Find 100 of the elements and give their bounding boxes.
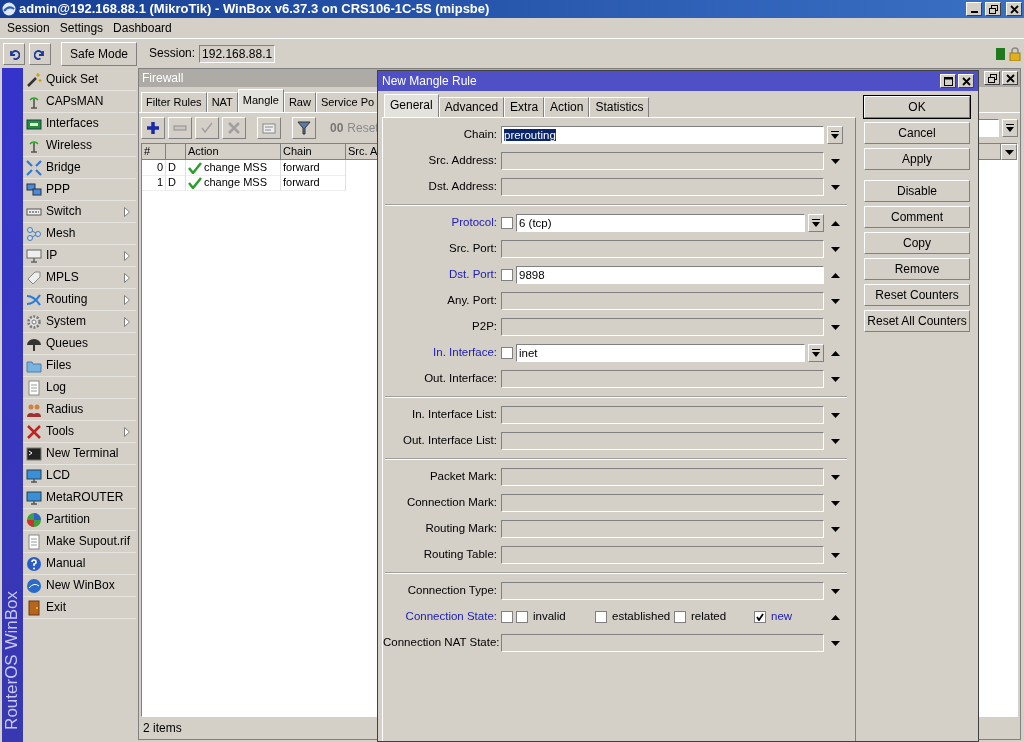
tab[interactable]: Filter Rules [141,92,207,112]
sidebar-item[interactable]: Switch [46,204,82,219]
columns-menu-button[interactable] [1001,144,1017,160]
dialog-button[interactable]: OK [864,96,970,118]
safe-mode-button[interactable]: Safe Mode [61,41,138,66]
column-header[interactable]: Chain [281,144,346,160]
checkbox[interactable] [754,611,766,623]
chain-field[interactable]: prerouting [501,126,824,144]
expand-arrow-icon[interactable] [830,246,840,252]
tab[interactable]: Statistics [589,97,650,117]
input-field[interactable] [501,520,824,538]
sidebar-item[interactable]: CAPsMAN [46,94,104,109]
checkbox[interactable] [674,611,686,623]
sidebar-item[interactable]: Partition [46,512,91,527]
sidebar-item[interactable]: Tools [46,424,74,439]
dialog-button[interactable]: Remove [864,258,970,280]
enable-button[interactable] [195,117,219,139]
sidebar-item[interactable]: Make Supout.rif [46,534,131,549]
expand-arrow-icon[interactable] [830,184,840,190]
collapse-arrow-icon[interactable] [830,272,840,278]
restore-button[interactable] [984,71,1000,85]
tab[interactable]: Service Po [315,92,380,112]
input-field[interactable] [501,406,824,424]
expand-arrow-icon[interactable] [830,438,840,444]
tab[interactable]: Mangle [237,89,284,112]
column-header[interactable] [166,144,186,160]
menu-item[interactable]: Settings [54,20,109,36]
input-field[interactable] [501,178,824,196]
disable-button[interactable] [222,117,246,139]
input-field[interactable] [501,240,824,258]
sidebar-item[interactable]: Radius [46,402,84,417]
maximize-button[interactable] [940,74,956,88]
menu-item[interactable]: Dashboard [108,20,177,36]
remove-button[interactable] [168,117,192,139]
tab[interactable]: Extra [504,97,545,117]
minimize-button[interactable] [966,2,982,16]
sidebar-item[interactable]: MetaROUTER [46,490,124,505]
dialog-button[interactable]: Copy [864,232,970,254]
comment-button[interactable] [257,117,281,139]
sidebar-item[interactable]: Files [46,358,72,373]
add-button[interactable] [141,117,165,139]
expand-arrow-icon[interactable] [830,376,840,382]
checkbox[interactable] [516,611,528,623]
input-field[interactable] [501,152,824,170]
checkbox[interactable] [501,269,513,281]
expand-arrow-icon[interactable] [830,640,840,646]
input-field[interactable] [501,468,824,486]
input-field[interactable] [501,292,824,310]
sidebar-item[interactable]: System [46,314,86,329]
input-field[interactable] [501,546,824,564]
undo-button[interactable] [3,42,25,65]
expand-arrow-icon[interactable] [830,500,840,506]
expand-arrow-icon[interactable] [830,552,840,558]
expand-arrow-icon[interactable] [830,526,840,532]
close-button[interactable] [1002,71,1018,85]
tab[interactable]: Action [544,97,590,117]
dialog-button[interactable]: Cancel [864,122,970,144]
dropdown-button[interactable] [1002,119,1018,137]
close-button[interactable] [1006,2,1022,16]
column-header[interactable]: # [142,144,166,160]
sidebar-item[interactable]: Queues [46,336,89,351]
dropdown-button[interactable] [808,344,824,362]
dialog-button[interactable]: Disable [864,180,970,202]
input-field[interactable] [501,432,824,450]
dialog-button[interactable]: Apply [864,148,970,170]
sidebar-item[interactable]: Mesh [46,226,76,241]
column-header[interactable]: Action [186,144,281,160]
menu-item[interactable]: Session [2,20,55,36]
expand-arrow-icon[interactable] [830,324,840,330]
expand-arrow-icon[interactable] [830,474,840,480]
sidebar-item[interactable]: New Terminal [46,446,119,461]
sidebar-item[interactable]: Log [46,380,67,395]
sidebar-item[interactable]: Manual [46,556,86,571]
session-field[interactable]: 192.168.88.1 [199,44,276,63]
sidebar-item[interactable]: Routing [46,292,88,307]
sidebar-item[interactable]: Quick Set [46,72,99,87]
input-field[interactable] [501,582,824,600]
checkbox[interactable] [501,347,513,359]
collapse-arrow-icon[interactable] [830,220,840,226]
expand-arrow-icon[interactable] [830,588,840,594]
input-field[interactable]: inet [516,344,805,362]
sidebar-item[interactable]: PPP [46,182,70,197]
collapse-arrow-icon[interactable] [830,614,840,620]
tab[interactable]: Raw [283,92,316,112]
tab[interactable]: Advanced [438,97,505,117]
close-button[interactable] [958,74,974,88]
tab[interactable]: NAT [206,92,238,112]
sidebar-item[interactable]: MPLS [46,270,79,285]
checkbox[interactable] [501,217,513,229]
sidebar-item[interactable]: Wireless [46,138,92,153]
input-field[interactable] [501,634,824,652]
dialog-button[interactable]: Reset All Counters [864,310,970,332]
dialog-button[interactable]: Comment [864,206,970,228]
input-field[interactable]: 9898 [516,266,824,284]
expand-arrow-icon[interactable] [830,158,840,164]
checkbox[interactable] [595,611,607,623]
checkbox[interactable] [501,611,513,623]
dropdown-button[interactable] [808,214,824,232]
expand-arrow-icon[interactable] [830,412,840,418]
sidebar-item[interactable]: IP [46,248,58,263]
